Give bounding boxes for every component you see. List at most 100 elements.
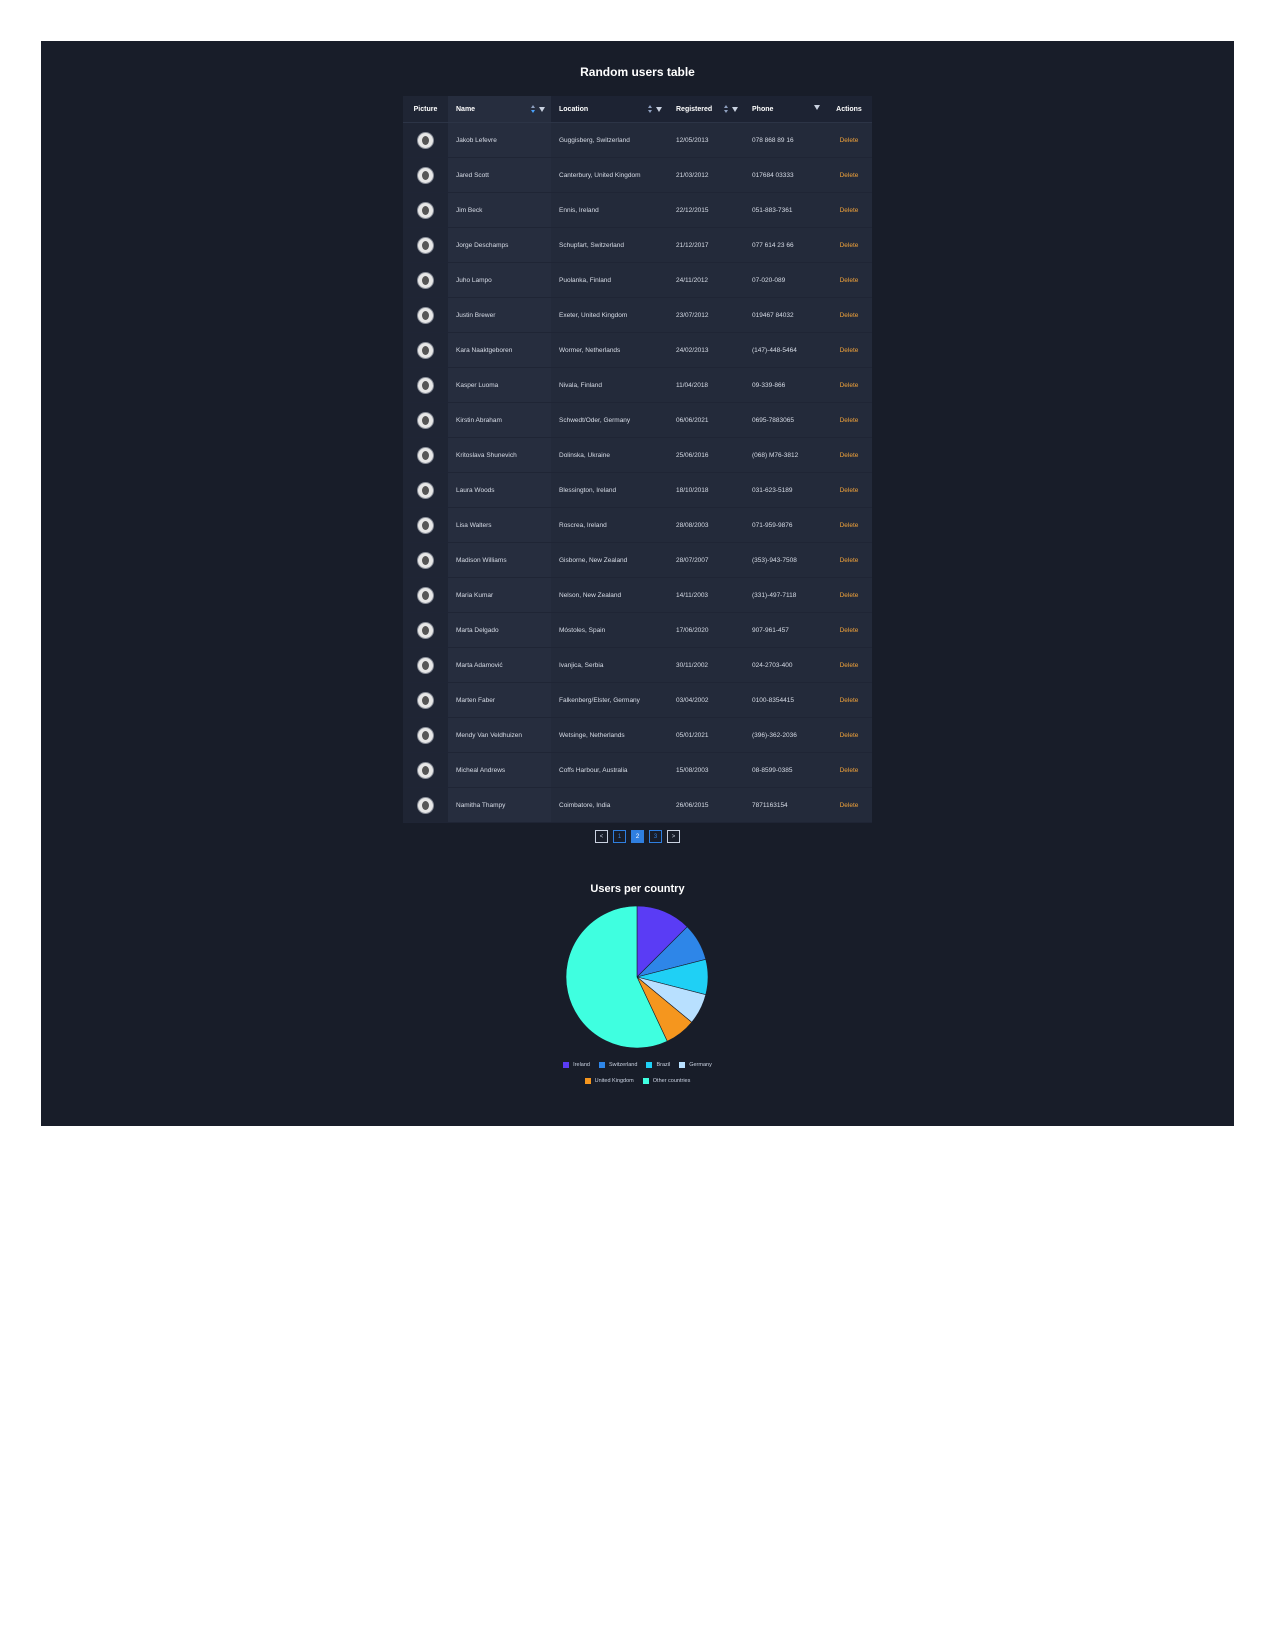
delete-button[interactable]: Delete [840, 662, 859, 669]
delete-button[interactable]: Delete [840, 697, 859, 704]
legend-label: Ireland [573, 1062, 590, 1068]
table-row[interactable]: Mendy Van Veldhuizen Wetsinge, Netherland… [403, 717, 872, 753]
table-row[interactable]: Micheal Andrews Coffs Harbour, Australia 1… [403, 752, 872, 788]
column-header-location[interactable]: Location [551, 96, 668, 123]
avatar [417, 166, 434, 184]
app-page: Random users table Picture Name Location… [41, 41, 1234, 1126]
page-button-1[interactable]: 1 [613, 830, 626, 843]
column-header-registered[interactable]: Registered [668, 96, 744, 123]
page-button-2[interactable]: 2 [631, 830, 644, 843]
legend-item[interactable]: Germany [679, 1062, 712, 1068]
delete-button[interactable]: Delete [840, 802, 859, 809]
table-row[interactable]: Kirstin Abraham Schwedt/Oder, Germany 06/0… [403, 402, 872, 438]
delete-button[interactable]: Delete [840, 382, 859, 389]
phone-cell: 077 614 23 66 [744, 227, 826, 263]
users-table: Picture Name Location Registered Phone A… [403, 96, 872, 823]
delete-button[interactable]: Delete [840, 767, 859, 774]
registered-cell: 28/08/2003 [668, 507, 744, 543]
table-row[interactable]: Laura Woods Blessington, Ireland 18/10/201… [403, 472, 872, 508]
name-cell: Jared Scott [448, 157, 551, 193]
delete-button[interactable]: Delete [840, 312, 859, 319]
actions-cell: Delete [826, 437, 872, 473]
table-row[interactable]: Madison Williams Gisborne, New Zealand 28/… [403, 542, 872, 578]
delete-button[interactable]: Delete [840, 487, 859, 494]
delete-button[interactable]: Delete [840, 417, 859, 424]
next-page-button[interactable]: > [667, 830, 680, 843]
name-cell: Jorge Deschamps [448, 227, 551, 263]
phone-cell: 907-961-457 [744, 612, 826, 648]
table-row[interactable]: Marta Adamović Ivanjica, Serbia 30/11/2002… [403, 647, 872, 683]
location-cell: Guggisberg, Switzerland [551, 122, 668, 158]
sort-icon[interactable] [531, 105, 536, 113]
phone-cell: 051-883-7361 [744, 192, 826, 228]
delete-button[interactable]: Delete [840, 207, 859, 214]
legend-item[interactable]: Ireland [563, 1062, 590, 1068]
legend-item[interactable]: Switzerland [599, 1062, 637, 1068]
table-row[interactable]: Maria Kumar Nelson, New Zealand 14/11/2003… [403, 577, 872, 613]
delete-button[interactable]: Delete [840, 347, 859, 354]
delete-button[interactable]: Delete [840, 557, 859, 564]
delete-button[interactable]: Delete [840, 592, 859, 599]
phone-cell: 07-020-089 [744, 262, 826, 298]
phone-cell: 078 868 89 16 [744, 122, 826, 158]
delete-button[interactable]: Delete [840, 627, 859, 634]
registered-cell: 17/06/2020 [668, 612, 744, 648]
phone-cell: (396)-362-2036 [744, 717, 826, 753]
table-row[interactable]: Namitha Thampy Coimbatore, India 26/06/201… [403, 787, 872, 823]
name-cell: Mendy Van Veldhuizen [448, 717, 551, 753]
prev-page-button[interactable]: < [595, 830, 608, 843]
sort-icon[interactable] [648, 105, 653, 113]
delete-button[interactable]: Delete [840, 137, 859, 144]
legend-item[interactable]: United Kingdom [584, 1078, 634, 1084]
column-header-name[interactable]: Name [448, 96, 551, 123]
delete-button[interactable]: Delete [840, 452, 859, 459]
column-header-phone[interactable]: Phone [744, 96, 826, 123]
table-row[interactable]: Kritoslava Shunevich Dolinska, Ukraine 25/… [403, 437, 872, 473]
location-cell: Ennis, Ireland [551, 192, 668, 228]
table-row[interactable]: Kara Naaktgeboren Wormer, Netherlands 24/0… [403, 332, 872, 368]
table-row[interactable]: Kasper Luoma Nivala, Finland 11/04/2018 09-… [403, 367, 872, 403]
registered-cell: 24/11/2012 [668, 262, 744, 298]
delete-button[interactable]: Delete [840, 242, 859, 249]
picture-cell [403, 227, 448, 263]
delete-button[interactable]: Delete [840, 732, 859, 739]
name-cell: Lisa Walters [448, 507, 551, 543]
picture-cell [403, 192, 448, 228]
picture-cell [403, 402, 448, 438]
registered-cell: 12/05/2013 [668, 122, 744, 158]
registered-cell: 23/07/2012 [668, 297, 744, 333]
delete-button[interactable]: Delete [840, 522, 859, 529]
sort-icon[interactable] [724, 105, 729, 113]
name-cell: Jim Beck [448, 192, 551, 228]
table-row[interactable]: Jakob Lefevre Guggisberg, Switzerland 12/0… [403, 122, 872, 158]
registered-cell: 22/12/2015 [668, 192, 744, 228]
table-row[interactable]: Jared Scott Canterbury, United Kingdom 21/… [403, 157, 872, 193]
phone-cell: 0100-8354415 [744, 682, 826, 718]
name-cell: Juho Lampo [448, 262, 551, 298]
phone-cell: 017684 03333 [744, 157, 826, 193]
column-header-picture: Picture [403, 96, 448, 123]
table-row[interactable]: Marten Faber Falkenberg/Elster, Germany 03… [403, 682, 872, 718]
actions-cell: Delete [826, 612, 872, 648]
table-row[interactable]: Juho Lampo Puolanka, Finland 24/11/2012 07-… [403, 262, 872, 298]
legend-item[interactable]: Other countries [642, 1078, 690, 1084]
registered-cell: 28/07/2007 [668, 542, 744, 578]
table-row[interactable]: Jim Beck Ennis, Ireland 22/12/2015 051-883-… [403, 192, 872, 228]
table-row[interactable]: Marta Delgado Móstoles, Spain 17/06/2020 90… [403, 612, 872, 648]
table-row[interactable]: Jorge Deschamps Schupfart, Switzerland 21/… [403, 227, 872, 263]
table-row[interactable]: Justin Brewer Exeter, United Kingdom 23/07… [403, 297, 872, 333]
page-button-3[interactable]: 3 [649, 830, 662, 843]
legend-item[interactable]: Brazil [646, 1062, 670, 1068]
filter-icon[interactable] [732, 106, 738, 112]
location-cell: Coffs Harbour, Australia [551, 752, 668, 788]
location-cell: Blessington, Ireland [551, 472, 668, 508]
delete-button[interactable]: Delete [840, 277, 859, 284]
location-cell: Puolanka, Finland [551, 262, 668, 298]
delete-button[interactable]: Delete [840, 172, 859, 179]
filter-icon[interactable] [656, 106, 662, 112]
actions-cell: Delete [826, 507, 872, 543]
filter-icon[interactable] [539, 106, 545, 112]
filter-icon[interactable] [814, 105, 820, 110]
table-row[interactable]: Lisa Walters Roscrea, Ireland 28/08/2003 07… [403, 507, 872, 543]
avatar [417, 551, 434, 569]
